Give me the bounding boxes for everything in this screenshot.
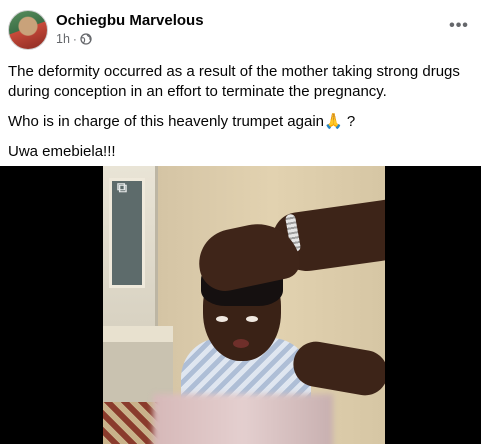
- video-scene-mouth: [233, 339, 249, 348]
- post-time[interactable]: 1h: [56, 32, 70, 46]
- watermark-icon: ⧉: [117, 180, 127, 196]
- more-options-icon[interactable]: •••: [447, 14, 471, 38]
- author-name[interactable]: Ochiegbu Marvelous: [56, 12, 204, 29]
- post-header: Ochiegbu Marvelous 1h · •••: [0, 0, 481, 56]
- globe-icon[interactable]: [80, 33, 92, 45]
- video-scene-eye: [216, 316, 228, 322]
- post-paragraph: Uwa emebiela!!!: [8, 143, 116, 160]
- post-paragraph: The deformity occurred as a result of th…: [8, 63, 460, 100]
- meta-separator: ·: [72, 32, 77, 46]
- author-avatar[interactable]: [8, 10, 48, 50]
- video-frame[interactable]: ⧉: [103, 166, 385, 444]
- video-scene-eye: [246, 316, 258, 322]
- post-text: The deformity occurred as a result of th…: [8, 62, 473, 172]
- video-scene-ledge: [103, 326, 173, 342]
- post-meta: 1h ·: [56, 32, 92, 46]
- post-video[interactable]: ⧉: [0, 166, 481, 444]
- video-scene-door: [103, 166, 158, 326]
- video-scene-blur: [153, 394, 333, 444]
- post-paragraph: Who is in charge of this heavenly trumpe…: [8, 113, 356, 130]
